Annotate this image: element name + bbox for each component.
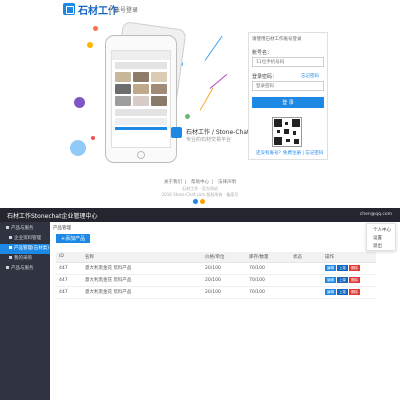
publish-button[interactable]: 上架 — [337, 265, 348, 271]
delete-button[interactable]: 删除 — [349, 289, 360, 295]
menu-item-settings[interactable]: 设置 — [373, 235, 382, 241]
promo-subtitle: 专业的石材交易平台 — [186, 137, 232, 143]
column-header-name: 名称 — [82, 252, 202, 263]
footer-link-about[interactable]: 关于我们 — [164, 180, 182, 185]
add-product-button[interactable]: +添加产品 — [56, 234, 90, 243]
table-header-row: ID 名称 价格/单位 库存/数量 状态 操作 — [56, 252, 376, 263]
product-table: ID 名称 价格/单位 库存/数量 状态 操作 447 意大利黑金花 荒料产品 … — [56, 252, 376, 299]
cell-stock: 70/100 — [246, 274, 290, 287]
delete-button[interactable]: 删除 — [349, 277, 360, 283]
cell-price: 20/100 — [202, 262, 246, 275]
admin-content: 产品管理 +添加产品 ID 名称 价格/单位 库存/数量 状态 操作 447 意… — [50, 222, 400, 400]
column-header-actions: 操作 — [322, 252, 376, 263]
footer-links: 关于我们 | 帮助中心 | 法律声明 — [164, 180, 236, 185]
cell-id: 447 — [56, 262, 82, 275]
cell-id: 447 — [56, 274, 82, 287]
footer-copyright: 2016 Stone-Chat.com 版权所有 · 备案号 — [161, 192, 239, 197]
cell-price: 20/100 — [202, 274, 246, 287]
sidebar-item-my-purchases[interactable]: 我的采购 — [0, 254, 50, 264]
login-button[interactable]: 登 录 — [252, 97, 324, 108]
promo-title: 石材工作 / Stone-Chat — [186, 129, 250, 136]
publish-button[interactable]: 上架 — [337, 277, 348, 283]
cell-name: 意大利黑金花 荒料产品 — [82, 262, 202, 275]
qr-code-image — [272, 117, 302, 147]
cell-name: 意大利黑金花 荒料产品 — [82, 274, 202, 287]
sidebar-item-products-services-2[interactable]: 产品与服务 — [0, 264, 50, 274]
cell-status — [290, 286, 322, 299]
cell-actions: 编辑 上架 删除 — [322, 286, 376, 299]
edit-button[interactable]: 编辑 — [325, 277, 336, 283]
phone-screen — [111, 50, 171, 148]
cell-stock: 70/100 — [246, 262, 290, 275]
column-header-stock: 库存/数量 — [246, 252, 290, 263]
edit-icon — [9, 236, 12, 239]
cell-actions: 编辑 上架 删除 — [322, 262, 376, 275]
sidebar-item-product-management[interactable]: 产品管理(石材类) — [0, 244, 50, 254]
table-row: 447 意大利黑金花 荒料产品 20/100 70/100 编辑 上架 删除 — [56, 274, 376, 287]
divider — [110, 5, 111, 14]
sidebar-item-company-info[interactable]: 企业资料管理 — [0, 234, 50, 244]
user-dropdown-menu: 个人中心 设置 退出 — [366, 223, 396, 251]
edit-button[interactable]: 编辑 — [325, 265, 336, 271]
cell-status — [290, 262, 322, 275]
edit-button[interactable]: 编辑 — [325, 289, 336, 295]
sidebar-item-products-services[interactable]: 产品与服务 — [0, 224, 50, 234]
menu-item-profile[interactable]: 个人中心 — [373, 227, 391, 233]
logo-icon — [63, 3, 75, 15]
wechat-icon[interactable] — [200, 199, 205, 204]
password-input[interactable] — [252, 81, 324, 91]
password-label: 登录密码： — [252, 74, 278, 80]
weibo-icon[interactable] — [193, 199, 198, 204]
cell-id: 447 — [56, 286, 82, 299]
phone-home-button — [137, 151, 145, 159]
chevron-right-icon — [6, 266, 9, 269]
column-header-status: 状态 — [290, 252, 322, 263]
cart-icon — [9, 256, 12, 259]
column-header-price: 价格/单位 — [202, 252, 246, 263]
tab-product-management[interactable]: 产品管理 — [53, 225, 71, 231]
chevron-down-icon — [6, 226, 9, 229]
app-logo-icon — [171, 127, 182, 138]
footer-link-help[interactable]: 帮助中心 — [191, 180, 209, 185]
user-account-menu[interactable]: chen@qq.com — [360, 212, 392, 217]
register-link[interactable]: 还没有账号？免费注册 | 忘记密码 — [256, 150, 323, 156]
account-input[interactable] — [252, 57, 324, 67]
page-subtitle: 账号登录 — [114, 7, 139, 14]
phone-illustration — [60, 20, 230, 170]
delete-button[interactable]: 删除 — [349, 265, 360, 271]
cell-stock: 70/100 — [246, 286, 290, 299]
login-header: 石材工作 账号登录 — [0, 0, 400, 18]
publish-button[interactable]: 上架 — [337, 289, 348, 295]
footer-link-legal[interactable]: 法律声明 — [218, 180, 236, 185]
table-row: 447 意大利黑金花 荒料产品 20/100 70/100 编辑 上架 删除 — [56, 262, 376, 275]
phone-front-image — [105, 35, 177, 163]
account-label: 账号名： — [252, 50, 273, 56]
cell-status — [290, 274, 322, 287]
admin-topbar: 石材工作Stonechat企业管理中心 chen@qq.com — [0, 208, 400, 222]
login-hint: 请使用石材工作账号登录 — [252, 37, 302, 42]
list-icon — [9, 246, 12, 249]
admin-sidebar: 产品与服务 企业资料管理 产品管理(石材类) 我的采购 产品与服务 — [0, 222, 50, 400]
logo-text: 石材工作 — [78, 6, 118, 17]
table-row: 447 意大利黑金花 荒料产品 20/100 70/100 编辑 上架 删除 — [56, 286, 376, 299]
column-header-id: ID — [56, 252, 82, 263]
admin-panel: 石材工作Stonechat企业管理中心 chen@qq.com 产品与服务 企业… — [0, 208, 400, 400]
cell-actions: 编辑 上架 删除 — [322, 274, 376, 287]
cell-name: 意大利黑金花 荒料产品 — [82, 286, 202, 299]
forgot-password-link[interactable]: 忘记密码 — [301, 73, 319, 79]
cell-price: 20/100 — [202, 286, 246, 299]
admin-title: 石材工作Stonechat企业管理中心 — [7, 213, 98, 220]
menu-item-logout[interactable]: 退出 — [373, 243, 382, 249]
